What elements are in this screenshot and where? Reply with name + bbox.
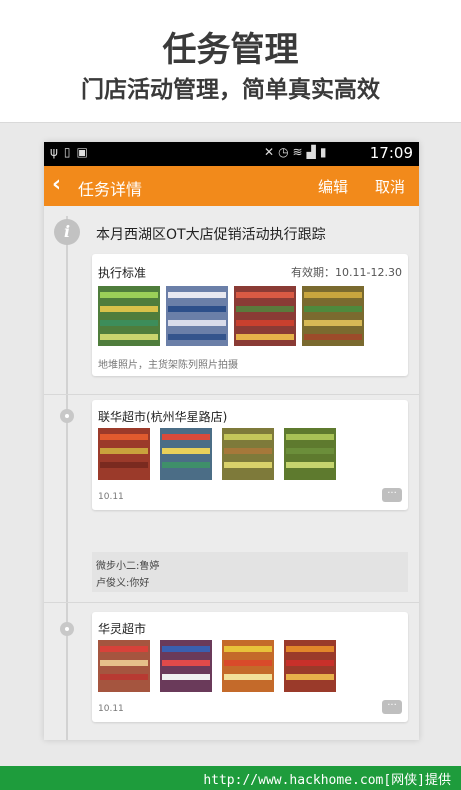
comment-icon[interactable]: ··· — [382, 700, 402, 714]
status-right-icons: ✕◷≋▟▮ — [264, 145, 330, 159]
location-pin-icon — [60, 409, 74, 423]
sim-icon: ▯ — [63, 145, 77, 159]
cancel-button[interactable]: 取消 — [375, 176, 405, 197]
page-title: 任务详情 — [78, 180, 143, 199]
photo-thumbnail[interactable] — [302, 286, 364, 346]
edit-button[interactable]: 编辑 — [318, 176, 348, 197]
timeline-line — [66, 216, 68, 740]
image-icon: ▣ — [76, 145, 94, 159]
photo-thumbnail[interactable] — [98, 428, 150, 480]
store-card[interactable]: 联华超市(杭州华星路店) 10.11 ··· — [92, 400, 408, 510]
alarm-icon: ◷ — [278, 145, 293, 159]
chevron-left-icon[interactable]: ‹ — [52, 172, 61, 197]
standard-card[interactable]: 执行标准 有效期：10.11-12.30 地堆照片，主货架陈列照片拍摄 — [92, 254, 408, 376]
photo-thumbnail[interactable] — [166, 286, 228, 346]
signal-icon: ▟ — [306, 145, 320, 159]
store-date: 10.11 — [98, 492, 124, 502]
wifi-icon: ≋ — [292, 145, 307, 159]
store-date: 10.11 — [98, 704, 124, 714]
comment-author: 微步小二: — [96, 561, 140, 572]
photo-thumbnail[interactable] — [160, 640, 212, 692]
photo-thumbnail[interactable] — [284, 428, 336, 480]
phone-screen: ψ▯▣ ✕◷≋▟▮ 17:09 ‹ 任务详情 编辑 取消 i 本月西湖区OT大店… — [44, 142, 419, 740]
standard-note: 地堆照片，主货架陈列照片拍摄 — [98, 360, 238, 371]
battery-icon: ▮ — [319, 145, 331, 159]
store-photos — [98, 428, 368, 488]
photo-thumbnail[interactable] — [222, 640, 274, 692]
comment-author: 卢俊义: — [96, 578, 130, 589]
store-name: 联华超市(杭州华星路店) — [98, 410, 228, 424]
watermark-bar: http://www.hackhome.com[网侠]提供 — [0, 766, 461, 790]
store-name: 华灵超市 — [98, 622, 147, 636]
comment-item: 微步小二:鲁婷 — [96, 557, 159, 572]
photo-thumbnail[interactable] — [234, 286, 296, 346]
location-pin-icon — [60, 622, 74, 636]
comment-icon[interactable]: ··· — [382, 488, 402, 502]
photo-thumbnail[interactable] — [222, 428, 274, 480]
section-divider — [44, 602, 419, 603]
photo-thumbnail[interactable] — [98, 286, 160, 346]
promo-header: 任务管理 门店活动管理，简单真实高效 — [0, 0, 461, 123]
section-divider — [44, 394, 419, 395]
status-left-icons: ψ▯▣ — [50, 145, 94, 159]
comment-item: 卢俊义:你好 — [96, 574, 149, 589]
watermark-text: http://www.hackhome.com[网侠]提供 — [203, 773, 451, 788]
app-bar: ‹ 任务详情 编辑 取消 — [44, 166, 419, 206]
store-card[interactable]: 华灵超市 10.11 ··· — [92, 612, 408, 722]
status-bar: ψ▯▣ ✕◷≋▟▮ 17:09 — [44, 142, 419, 166]
validity-text: 有效期：10.11-12.30 — [291, 266, 402, 279]
promo-title: 任务管理 — [162, 30, 299, 70]
comment-list: 微步小二:鲁婷 卢俊义:你好 — [92, 552, 408, 592]
info-icon: i — [54, 219, 80, 245]
usb-icon: ψ — [50, 145, 64, 159]
standard-photos — [98, 286, 368, 346]
comment-text: 鲁婷 — [139, 561, 160, 572]
task-feed[interactable]: i 本月西湖区OT大店促销活动执行跟踪 执行标准 有效期：10.11-12.30… — [44, 206, 419, 740]
comment-text: 你好 — [129, 578, 150, 589]
store-photos — [98, 640, 368, 700]
standard-label: 执行标准 — [98, 266, 147, 280]
status-time: 17:09 — [369, 144, 413, 162]
promo-subtitle: 门店活动管理，简单真实高效 — [81, 77, 380, 103]
photo-thumbnail[interactable] — [284, 640, 336, 692]
photo-thumbnail[interactable] — [98, 640, 150, 692]
photo-thumbnail[interactable] — [160, 428, 212, 480]
task-title: 本月西湖区OT大店促销活动执行跟踪 — [96, 227, 326, 243]
mute-icon: ✕ — [264, 145, 279, 159]
